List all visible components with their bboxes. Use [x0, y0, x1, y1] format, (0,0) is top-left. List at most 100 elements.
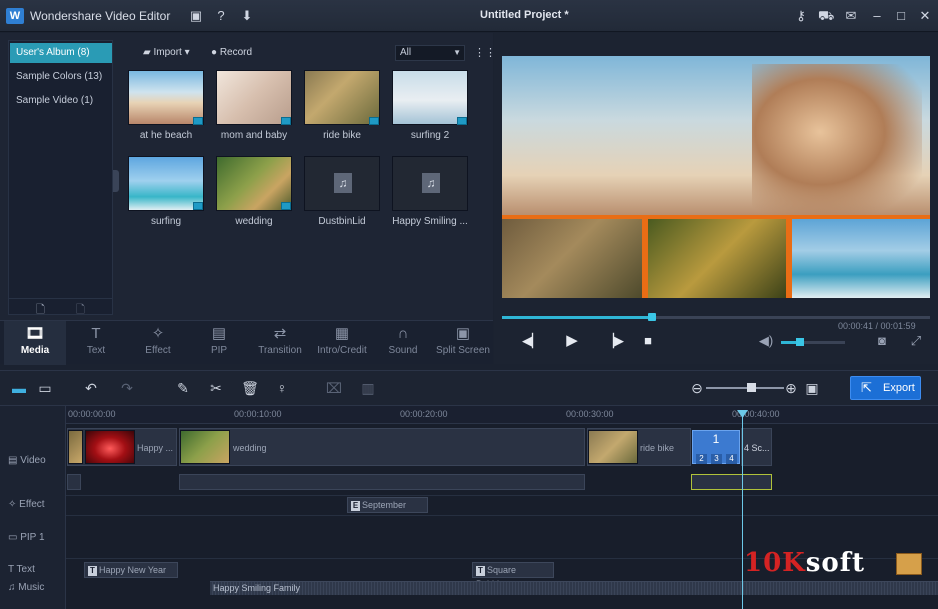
fit-timeline-icon[interactable]: ▣	[803, 380, 821, 396]
album-item-sample-colors[interactable]: Sample Colors (13)	[10, 67, 112, 87]
tab-sound[interactable]: ∩ Sound	[372, 321, 434, 365]
clip-thumbnail	[180, 430, 230, 464]
clip-label: 4 Sc...	[744, 443, 770, 453]
intro-credit-icon: ▦	[334, 325, 350, 342]
add-album-icon[interactable]: 🗋	[36, 301, 45, 320]
redo-icon[interactable]: ↷	[118, 380, 136, 396]
media-thumb[interactable]: ♫	[304, 156, 380, 211]
preview-video[interactable]	[502, 56, 930, 298]
zoom-out-icon[interactable]: ⊖	[688, 380, 706, 396]
album-item-users[interactable]: User's Album (8)	[10, 43, 112, 63]
media-icon: 🎞	[25, 325, 45, 342]
tab-text[interactable]: T Text	[65, 321, 127, 365]
tab-transition[interactable]: ⇄ Transition	[249, 321, 311, 365]
tab-effect[interactable]: ✧ Effect	[127, 321, 189, 365]
media-thumb[interactable]: ♫	[392, 156, 468, 211]
media-filter-select[interactable]: All ▼	[395, 45, 465, 61]
help-icon[interactable]: ?	[213, 8, 229, 24]
fullscreen-icon[interactable]: ⤢	[908, 333, 924, 349]
volume-icon[interactable]: ◀)	[758, 333, 774, 349]
minimize-icon[interactable]: –	[869, 8, 885, 24]
watermark-box-icon	[896, 553, 922, 575]
previous-frame-icon[interactable]: ◀▏	[522, 333, 542, 349]
timeline-ruler[interactable]	[66, 406, 938, 424]
text-clip[interactable]: T Happy New Year	[84, 562, 178, 578]
save-icon[interactable]: ▣	[188, 8, 204, 24]
detach-audio-icon[interactable]: ▥	[359, 380, 377, 396]
music-note-icon: ♫	[334, 173, 352, 193]
pip-icon: ▤	[211, 325, 227, 342]
voiceover-icon[interactable]: ♀	[273, 380, 291, 396]
tab-split-screen[interactable]: ▣ Split Screen	[432, 321, 494, 365]
ruler-label: 00:00:00:00	[68, 409, 116, 419]
project-title: Untitled Project *	[480, 9, 569, 21]
next-frame-icon[interactable]: ▕▶	[604, 333, 624, 349]
tab-media[interactable]: 🎞 Media	[4, 321, 66, 365]
sound-icon: ∩	[397, 325, 409, 342]
tab-pip[interactable]: ▤ PIP	[188, 321, 250, 365]
undo-icon[interactable]: ↶	[82, 380, 100, 396]
playback-progress-fill	[502, 316, 652, 319]
cart-icon[interactable]: ⛟	[818, 8, 834, 24]
album-item-sample-video[interactable]: Sample Video (1)	[10, 91, 112, 111]
volume-handle[interactable]	[796, 338, 805, 346]
storyboard-view-icon[interactable]: ▭	[36, 380, 54, 396]
music-clip[interactable]	[210, 581, 938, 595]
split-cell: 3	[711, 454, 722, 464]
video-badge-icon	[281, 202, 291, 210]
stop-icon[interactable]: ■	[640, 333, 656, 348]
cut-icon[interactable]: ✂	[207, 380, 225, 396]
collapse-panel-handle[interactable]	[113, 170, 119, 192]
key-icon[interactable]: ⚷	[793, 8, 809, 24]
chat-icon[interactable]: ✉	[843, 8, 859, 24]
video-badge-icon	[457, 117, 467, 125]
export-button[interactable]: ⇱ Export	[850, 376, 921, 400]
ruler-label: 00:00:20:00	[400, 409, 448, 419]
zoom-slider-track[interactable]	[706, 387, 784, 389]
play-icon[interactable]: ▶	[564, 331, 580, 349]
text-track-icon: T	[8, 564, 17, 575]
text-clip[interactable]: TSquare Bubble...	[472, 562, 554, 589]
video-audio-clip[interactable]	[691, 474, 772, 490]
effect-clip[interactable]: E September	[347, 497, 428, 513]
media-label: at he beach	[139, 130, 193, 141]
music-note-icon: ♫	[422, 173, 440, 193]
preview-split-image-2	[648, 219, 786, 298]
video-badge-icon	[193, 202, 203, 210]
video-audio-clip[interactable]	[179, 474, 585, 490]
split-cell: 2	[696, 454, 707, 464]
snapshot-icon[interactable]: ◙	[874, 333, 890, 348]
playhead-line[interactable]	[742, 416, 743, 609]
import-button[interactable]: ▰ Import ▾	[143, 47, 190, 58]
playback-progress-handle[interactable]	[647, 313, 656, 321]
record-button[interactable]: ● Record	[211, 47, 252, 58]
split-screen-number: 1	[712, 432, 720, 446]
split-cell: 4	[726, 454, 737, 464]
text-letter-icon: T	[88, 565, 97, 576]
edit-icon[interactable]: ✎	[174, 380, 192, 396]
clip-thumbnail	[85, 430, 135, 464]
timeline-view-icon[interactable]: ▬	[10, 380, 28, 396]
crop-icon[interactable]: ⌧	[325, 380, 343, 396]
video-audio-clip[interactable]	[67, 474, 81, 490]
pip-track-icon: ▭	[8, 532, 21, 543]
view-mode-icon[interactable]: ⋮⋮	[474, 46, 496, 59]
effect-track-label: ✧ Effect	[8, 499, 45, 510]
download-icon[interactable]: ⬇	[239, 8, 255, 24]
preview-split-image-1	[502, 219, 642, 298]
remove-album-icon[interactable]: 🗋	[76, 301, 85, 320]
app-title: Wondershare Video Editor	[30, 9, 171, 23]
effect-icon: ✧	[151, 325, 165, 342]
close-icon[interactable]: ✕	[917, 8, 933, 24]
preview-split-image-3	[792, 219, 930, 298]
media-label: surfing 2	[410, 130, 450, 141]
zoom-in-icon[interactable]: ⊕	[782, 380, 800, 396]
text-letter-icon: T	[476, 565, 485, 576]
zoom-slider-handle[interactable]	[747, 383, 756, 392]
clip-label: ride bike	[640, 443, 675, 453]
time-readout: 00:00:41 / 00:01:59	[838, 321, 916, 331]
tab-intro-credit[interactable]: ▦ Intro/Credit	[311, 321, 373, 365]
lane-divider	[66, 515, 938, 516]
maximize-icon[interactable]: □	[893, 8, 909, 24]
delete-icon[interactable]: 🗑	[241, 380, 259, 396]
